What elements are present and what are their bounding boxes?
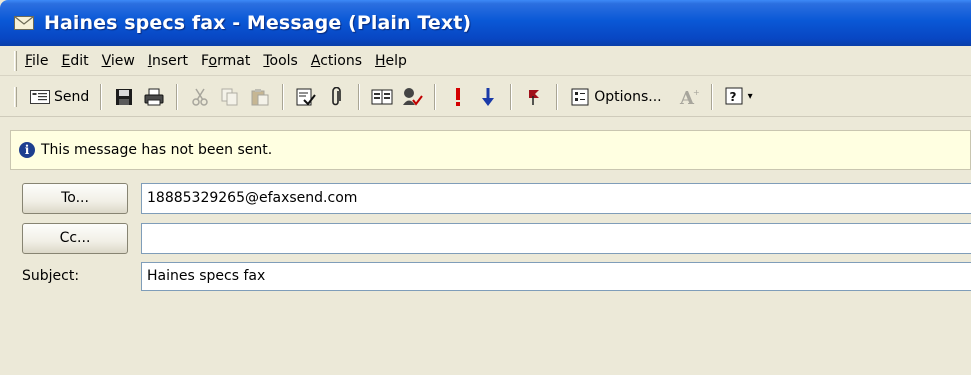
send-button[interactable]: Send (25, 82, 93, 112)
options-label: Options... (594, 88, 662, 105)
info-bar: i This message has not been sent. (10, 130, 971, 170)
menu-format-accel: o (208, 52, 218, 69)
high-importance-button[interactable] (443, 82, 473, 112)
menu-help[interactable]: Help (375, 53, 407, 69)
info-message: This message has not been sent. (41, 142, 273, 158)
cut-button[interactable] (185, 82, 215, 112)
print-icon (143, 86, 165, 108)
print-button[interactable] (139, 82, 169, 112)
menu-edit[interactable]: Edit (61, 53, 88, 69)
subject-label: Subject: (22, 268, 80, 284)
menu-edit-accel: E (61, 52, 71, 69)
to-field[interactable]: 18885329265@efaxsend.com (141, 182, 971, 214)
attach-button[interactable] (321, 82, 351, 112)
cc-field[interactable] (141, 222, 971, 254)
menu-file[interactable]: File (25, 53, 48, 69)
menu-view-accel: V (101, 52, 111, 69)
toolbar-separator (510, 83, 513, 110)
address-book-icon (371, 86, 393, 108)
cc-row: Cc... (0, 221, 971, 255)
menu-tools[interactable]: Tools (263, 53, 298, 69)
info-icon: i (19, 142, 35, 158)
to-value: 18885329265@efaxsend.com (147, 190, 358, 206)
toolbar-separator (710, 83, 713, 110)
cut-icon (189, 86, 211, 108)
subject-row: Subject: Haines specs fax (0, 261, 971, 291)
menu-format[interactable]: Format (201, 53, 250, 69)
toolbar-separator (100, 83, 103, 110)
menu-help-accel: H (375, 52, 386, 69)
menu-insert[interactable]: Insert (148, 53, 188, 69)
menu-actions-accel: A (310, 52, 321, 69)
to-button-label: To... (61, 190, 89, 206)
svg-text:+: + (693, 88, 700, 97)
low-importance-icon (477, 86, 499, 108)
toolbar-separator (556, 83, 559, 110)
copy-icon (219, 86, 241, 108)
menu-grip[interactable] (14, 50, 17, 71)
send-icon (29, 86, 51, 108)
window-title: Haines specs fax - Message (Plain Text) (44, 12, 472, 34)
copy-button[interactable] (215, 82, 245, 112)
svg-text:?: ? (729, 90, 736, 104)
menu-bar: File Edit View Insert Format Tools Actio… (0, 46, 971, 76)
paste-button[interactable] (245, 82, 275, 112)
attach-icon (325, 86, 347, 108)
chevron-down-icon[interactable]: ▾ (748, 91, 753, 102)
options-icon (569, 86, 591, 108)
follow-up-flag-icon (523, 86, 545, 108)
address-book-button[interactable] (367, 82, 397, 112)
save-button[interactable] (109, 82, 139, 112)
help-button[interactable]: ? ▾ (720, 82, 757, 112)
cc-button[interactable]: Cc... (22, 222, 128, 254)
signature-button[interactable] (397, 82, 427, 112)
check-names-icon (295, 86, 317, 108)
paste-icon (249, 86, 271, 108)
menu-file-accel: F (25, 52, 33, 69)
font-button[interactable]: A + (674, 82, 704, 112)
font-icon: A + (678, 86, 700, 108)
menu-tools-accel: T (263, 52, 270, 69)
toolbar-grip[interactable] (14, 86, 17, 107)
save-icon (113, 86, 135, 108)
toolbar-separator (176, 83, 179, 110)
menu-view[interactable]: View (102, 53, 135, 69)
cc-button-label: Cc... (59, 230, 91, 246)
subject-value: Haines specs fax (147, 268, 266, 284)
options-button[interactable]: Options... (565, 82, 665, 112)
standard-toolbar: Send Options... A + ? ▾ (0, 77, 971, 117)
toolbar-separator (434, 83, 437, 110)
to-button[interactable]: To... (22, 182, 128, 214)
envelope-icon (14, 15, 36, 31)
signature-icon (401, 86, 424, 108)
to-row: To... 18885329265@efaxsend.com (0, 181, 971, 215)
high-importance-icon (447, 86, 469, 108)
toolbar-separator (282, 83, 285, 110)
low-importance-button[interactable] (473, 82, 503, 112)
subject-field[interactable]: Haines specs fax (141, 261, 971, 291)
check-names-button[interactable] (291, 82, 321, 112)
follow-up-flag-button[interactable] (519, 82, 549, 112)
menu-actions[interactable]: Actions (311, 53, 362, 69)
menu-insert-accel: I (147, 52, 152, 69)
help-icon: ? (724, 86, 746, 108)
toolbar-separator (358, 83, 361, 110)
send-label: Send (54, 88, 90, 105)
title-bar[interactable]: Haines specs fax - Message (Plain Text) (0, 0, 971, 46)
